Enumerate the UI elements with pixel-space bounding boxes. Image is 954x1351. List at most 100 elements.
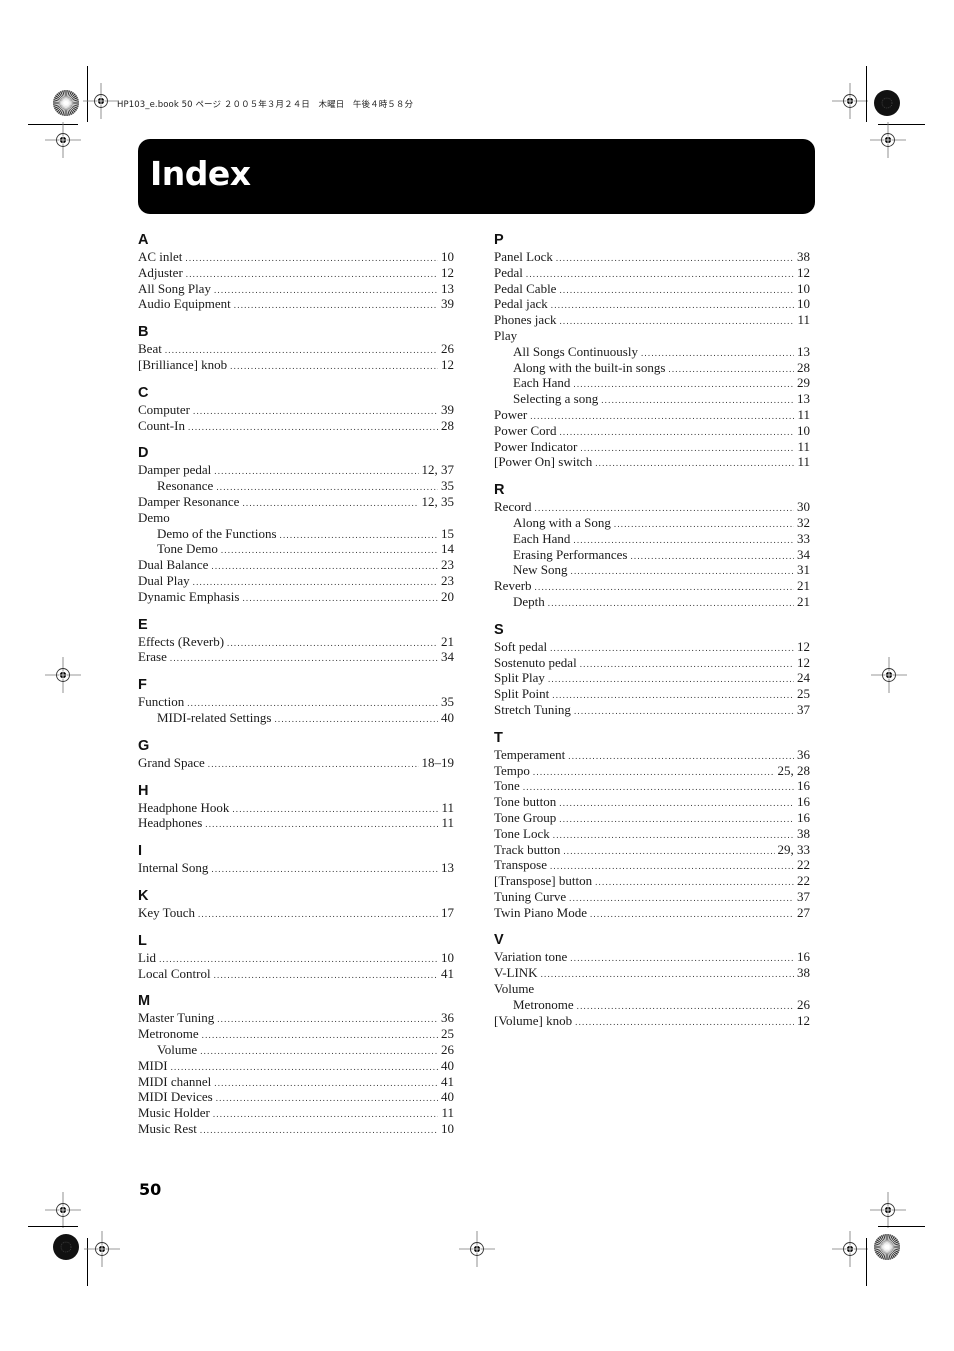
dot-leader bbox=[188, 420, 438, 436]
entry-term: Tone bbox=[494, 778, 520, 794]
entry-page-ref: 21 bbox=[797, 578, 810, 594]
entry-term: Power Cord bbox=[494, 422, 557, 438]
entry-page-ref: 28 bbox=[797, 359, 810, 375]
index-entry: Dual Balance 23 bbox=[138, 557, 454, 573]
index-entry: Panel Lock 38 bbox=[494, 249, 810, 265]
entry-page-ref: 18–19 bbox=[421, 754, 455, 770]
entry-term: Each Hand bbox=[513, 375, 571, 391]
dot-leader bbox=[214, 464, 418, 480]
index-section: MMaster Tuning 36 Metronome 25 Volume 26 MIDI 4… bbox=[138, 993, 454, 1136]
index-subentry: Each Hand 33 bbox=[494, 531, 810, 547]
index-subentry: Metronome 26 bbox=[494, 997, 810, 1013]
entry-term: MIDI Devices bbox=[138, 1089, 213, 1105]
entry-page-ref: 34 bbox=[441, 649, 454, 665]
index-subentry: Resonance 35 bbox=[138, 478, 454, 494]
index-section: EEffects (Reverb) 21 Erase 34 bbox=[138, 617, 454, 666]
index-entry: Count-In 28 bbox=[138, 418, 454, 434]
entry-term: Master Tuning bbox=[138, 1010, 215, 1026]
entry-page-ref: 41 bbox=[441, 965, 454, 981]
index-entry: Temperament 36 bbox=[494, 747, 810, 763]
entry-term: Twin Piano Mode bbox=[494, 904, 587, 920]
entry-term: [Power On] switch bbox=[494, 454, 593, 470]
entry-page-ref: 41 bbox=[441, 1073, 454, 1089]
entry-page-ref: 29 bbox=[797, 375, 810, 391]
section-letter: E bbox=[138, 616, 148, 633]
entry-page-ref: 30 bbox=[797, 499, 810, 515]
dot-leader bbox=[541, 967, 794, 983]
index-subentry: Demo of the Functions 15 bbox=[138, 526, 454, 542]
index-entry: Variation tone 16 bbox=[494, 949, 810, 965]
index-entry: Audio Equipment 39 bbox=[138, 296, 454, 312]
dot-leader bbox=[193, 404, 438, 420]
entry-page-ref: 11 bbox=[797, 454, 810, 470]
entry-term: Pedal jack bbox=[494, 296, 548, 312]
entry-term: Power bbox=[494, 406, 528, 422]
entry-page-ref: 12 bbox=[441, 264, 454, 280]
entry-page-ref: 32 bbox=[797, 514, 810, 530]
dot-leader bbox=[577, 999, 794, 1015]
entry-page-ref: 13 bbox=[797, 391, 810, 407]
print-slug: HP103_e.book 50 ページ ２００５年３月２４日 木曜日 午後４時５… bbox=[117, 100, 414, 110]
entry-term: Along with a Song bbox=[513, 514, 611, 530]
entry-page-ref: 12 bbox=[797, 654, 810, 670]
index-entry: [Volume] knob 12 bbox=[494, 1013, 810, 1029]
entry-page-ref: 25 bbox=[797, 686, 810, 702]
crosshair-mark-icon bbox=[43, 120, 83, 160]
dot-leader bbox=[601, 393, 794, 409]
dot-leader bbox=[216, 480, 438, 496]
entry-term: Pedal bbox=[494, 264, 523, 280]
dot-leader bbox=[553, 828, 794, 844]
entry-term: Volume bbox=[494, 981, 535, 997]
index-section: CComputer 39 Count-In 28 bbox=[138, 385, 454, 434]
index-entry: Split Point 25 bbox=[494, 686, 810, 702]
crosshair-mark-icon bbox=[457, 1229, 497, 1269]
index-entry: Erase 34 bbox=[138, 649, 454, 665]
entry-term: Temperament bbox=[494, 746, 566, 762]
index-entry: Pedal jack 10 bbox=[494, 296, 810, 312]
index-subentry: Depth 21 bbox=[494, 594, 810, 610]
entry-page-ref: 40 bbox=[441, 1089, 454, 1105]
index-entry: Internal Song 13 bbox=[138, 860, 454, 876]
dot-leader bbox=[198, 907, 438, 923]
entry-page-ref: 39 bbox=[441, 296, 454, 312]
dot-leader bbox=[535, 580, 794, 596]
index-entry: Soft pedal 12 bbox=[494, 639, 810, 655]
index-entry: Lid 10 bbox=[138, 950, 454, 966]
index-entry: Adjuster 12 bbox=[138, 265, 454, 281]
entry-term: Split Play bbox=[494, 670, 545, 686]
entry-page-ref: 35 bbox=[441, 478, 454, 494]
index-section: VVariation tone 16 V-LINK 38 VolumeMetronome… bbox=[494, 932, 810, 1028]
index-entry: Music Rest 10 bbox=[138, 1121, 454, 1137]
crosshair-mark-icon bbox=[830, 1229, 870, 1269]
index-section: TTemperament36Tempo25, 28Tone16Tone butt… bbox=[494, 730, 810, 921]
index-section: IInternal Song 13 bbox=[138, 843, 454, 876]
index-entry: Power Cord 10 bbox=[494, 423, 810, 439]
entry-term: Phones jack bbox=[494, 312, 557, 328]
entry-term: Split Point bbox=[494, 686, 550, 702]
section-letter: B bbox=[138, 324, 149, 341]
entry-page-ref: 16 bbox=[797, 949, 810, 965]
entry-term: Selecting a song bbox=[513, 391, 599, 407]
index-section: RRecord30Along with a Song32Each Hand33E… bbox=[494, 482, 810, 610]
index-entry: Stretch Tuning 37 bbox=[494, 702, 810, 718]
entry-term: Tone Group bbox=[494, 809, 557, 825]
index-column-left: AAC inlet10Adjuster12All Song Play13Audi… bbox=[138, 232, 454, 1149]
entry-page-ref: 11 bbox=[441, 1105, 454, 1121]
entry-page-ref: 10 bbox=[441, 249, 454, 264]
dot-leader bbox=[550, 641, 794, 657]
index-section: KKey Touch 17 bbox=[138, 888, 454, 921]
entry-page-ref: 26 bbox=[797, 996, 810, 1012]
index-entry: Headphones 11 bbox=[138, 815, 454, 831]
entry-term: Pedal Cable bbox=[494, 280, 557, 296]
entry-term: Headphone Hook bbox=[138, 799, 230, 815]
entry-page-ref: 23 bbox=[441, 572, 454, 588]
dot-leader bbox=[595, 456, 794, 472]
entry-term: Depth bbox=[513, 593, 545, 609]
index-entry: MIDI 40 bbox=[138, 1058, 454, 1074]
dot-leader bbox=[575, 1015, 794, 1031]
entry-page-ref: 12 bbox=[797, 1012, 810, 1028]
entry-term: Tone Lock bbox=[494, 825, 550, 841]
index-entry: Master Tuning 36 bbox=[138, 1010, 454, 1026]
index-section: LLid 10 Local Control 41 bbox=[138, 933, 454, 982]
entry-term: Beat bbox=[138, 341, 162, 357]
